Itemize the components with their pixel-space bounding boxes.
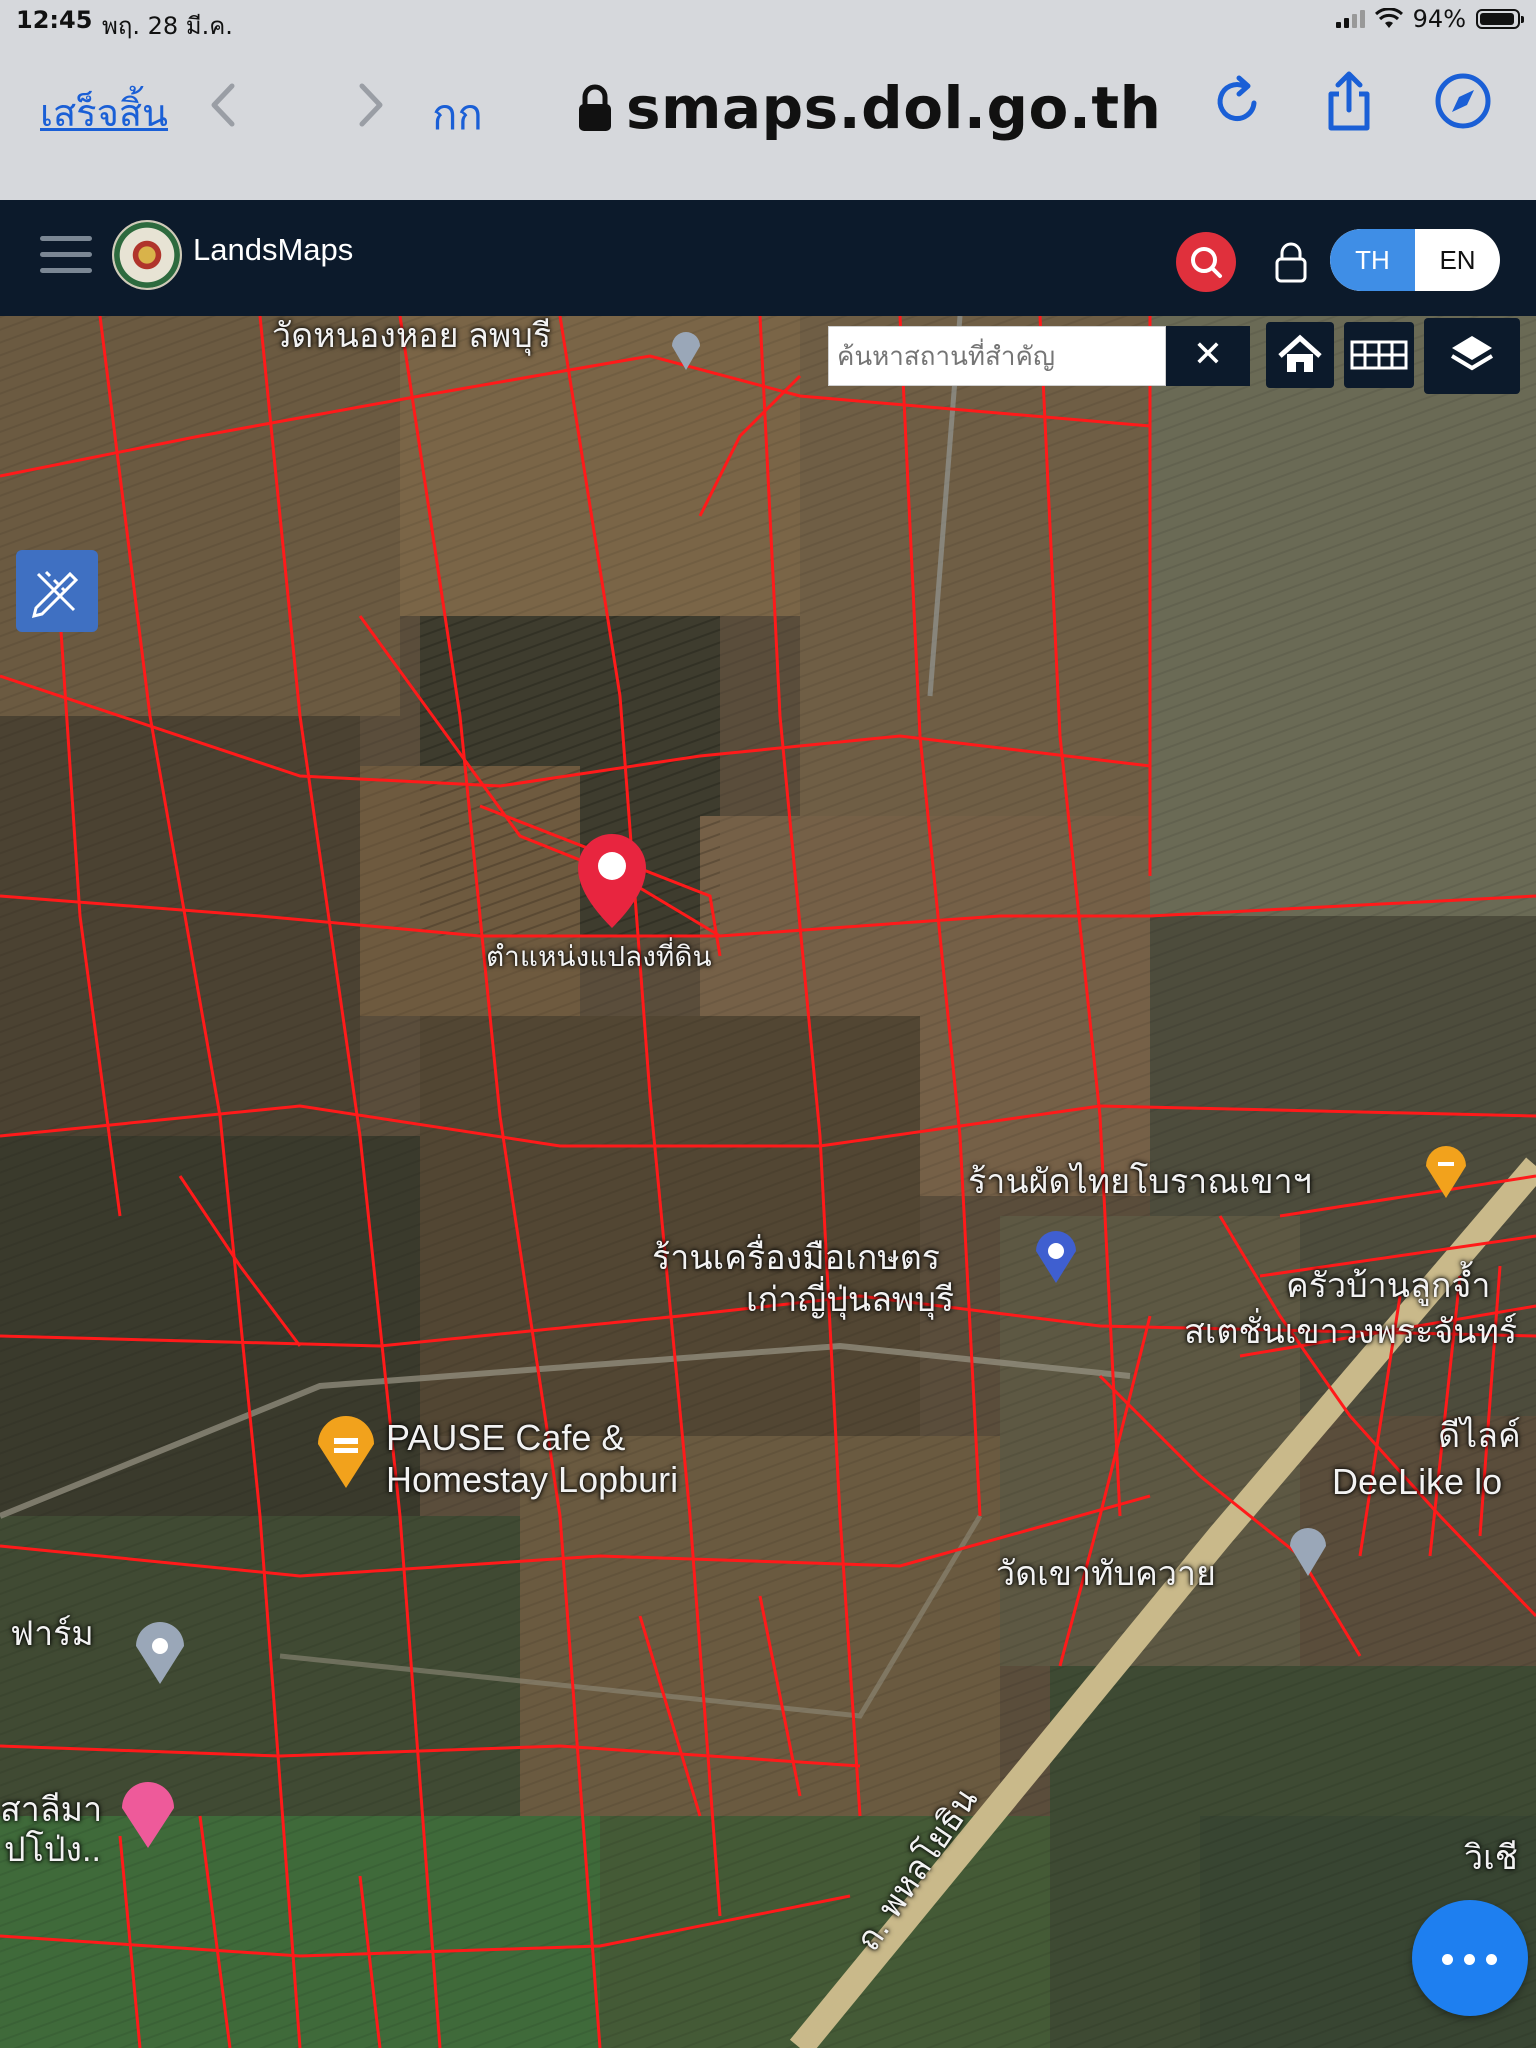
label-farm: ฟาร์ม <box>10 1615 94 1653</box>
compass-icon[interactable] <box>1432 70 1494 132</box>
more-dots-icon <box>1464 1954 1475 1965</box>
label-left-bottom-1: สาลีมา <box>0 1791 103 1829</box>
department-seal-logo <box>112 220 182 290</box>
language-toggle[interactable]: TH EN <box>1330 229 1500 291</box>
label-tool-shop-2: เก่าญี่ปุ่นลพบุรี <box>746 1281 955 1319</box>
address-bar[interactable]: smaps.dol.go.th <box>576 74 1162 142</box>
lang-en-option[interactable]: EN <box>1415 229 1500 291</box>
label-left-bottom-2: ปโป่ง.. <box>4 1831 101 1869</box>
clear-search-button[interactable]: ✕ <box>1166 326 1250 386</box>
done-button[interactable]: เสร็จสิ้น <box>40 82 168 143</box>
status-time: 12:45 <box>16 6 93 34</box>
url-text: smaps.dol.go.th <box>626 74 1162 142</box>
battery-percent: 94% <box>1412 5 1466 33</box>
label-deelike-th: ดีไลค์ <box>1438 1417 1521 1455</box>
forward-arrow-icon[interactable] <box>344 80 394 130</box>
layers-icon <box>1450 336 1494 371</box>
back-arrow-icon[interactable] <box>200 80 250 130</box>
label-temple-top: วัดหนองหอย ลพบุรี <box>272 317 552 355</box>
share-icon[interactable] <box>1318 70 1380 132</box>
label-krua: ครัวบ้านลูกจ้ำ <box>1286 1267 1491 1305</box>
status-bar: 12:45 พฤ. 28 มี.ค. 94% <box>0 0 1536 40</box>
lang-th-option[interactable]: TH <box>1330 229 1415 291</box>
label-tool-shop-1: ร้านเครื่องมือเกษตร <box>652 1239 941 1277</box>
status-date: พฤ. 28 มี.ค. <box>102 12 233 40</box>
label-pause-cafe-2: Homestay Lopburi <box>386 1459 679 1500</box>
lock-icon <box>579 84 611 131</box>
reload-icon[interactable] <box>1206 70 1268 132</box>
battery-icon <box>1476 9 1524 29</box>
draw-tools-button[interactable] <box>16 550 98 632</box>
grid-icon <box>1350 340 1408 370</box>
marker-label: ตำแหน่งแปลงที่ดิน <box>486 941 712 972</box>
search-icon <box>1191 247 1222 278</box>
place-search-input[interactable] <box>828 326 1166 386</box>
home-icon <box>1278 334 1322 372</box>
search-button[interactable] <box>1176 232 1236 292</box>
app-title: LandsMaps <box>193 232 354 267</box>
more-dots-icon <box>1442 1954 1453 1965</box>
layers-button[interactable] <box>1424 318 1520 394</box>
hamburger-icon[interactable] <box>40 236 92 276</box>
browser-chrome: 12:45 พฤ. 28 มี.ค. 94% เสร็จสิ้น กก smap… <box>0 0 1536 200</box>
grid-button[interactable] <box>1344 322 1414 388</box>
wifi-icon <box>1374 8 1403 28</box>
label-temple-khao: วัดเขาทับควาย <box>996 1555 1216 1593</box>
home-button[interactable] <box>1266 322 1334 388</box>
label-deelike-en: DeeLike lo <box>1332 1461 1503 1502</box>
login-lock-icon[interactable] <box>1272 240 1310 284</box>
label-station: สเตชั่นเขาวงพระจันทร์ <box>1184 1313 1518 1351</box>
battery-fill <box>1480 13 1514 25</box>
label-wi: วิเชี <box>1464 1839 1518 1877</box>
more-dots-icon <box>1486 1954 1497 1965</box>
more-options-button[interactable] <box>1412 1900 1528 2016</box>
status-right: 94% <box>1335 5 1524 33</box>
text-size-button[interactable]: กก <box>432 82 483 148</box>
map-canvas[interactable]: วัดหนองหอย ลพบุรี ตำแหน่งแปลงที่ดิน ร้าน… <box>0 316 1536 2048</box>
signal-icon <box>1335 10 1365 28</box>
label-pause-cafe-1: PAUSE Cafe & <box>386 1417 626 1458</box>
label-pad-thai: ร้านผัดไทยโบราณเขาฯ <box>968 1163 1312 1201</box>
pencil-ruler-icon <box>31 570 79 619</box>
